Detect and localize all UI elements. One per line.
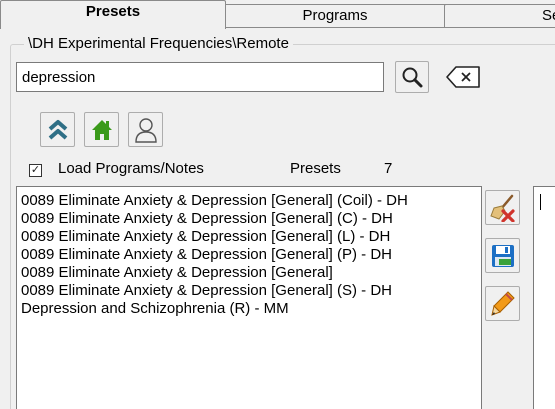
group-title: \DH Experimental Frequencies\Remote xyxy=(24,35,293,53)
list-item[interactable]: Depression and Schizophrenia (R) - MM xyxy=(21,300,481,318)
tab-programs[interactable]: Programs xyxy=(222,4,448,28)
load-programs-label: Load Programs/Notes xyxy=(58,160,204,177)
clear-search-button[interactable] xyxy=(443,61,485,93)
user-icon xyxy=(134,117,157,143)
text-caret xyxy=(540,194,541,210)
broom-delete-icon xyxy=(489,194,515,222)
presets-count-label: Presets xyxy=(290,160,341,177)
tab-settings[interactable]: Set xyxy=(444,4,555,28)
presets-list[interactable]: 0089 Eliminate Anxiety & Depression [Gen… xyxy=(16,186,482,409)
double-chevron-up-icon xyxy=(48,119,67,140)
list-item[interactable]: 0089 Eliminate Anxiety & Depression [Gen… xyxy=(21,246,481,264)
list-item[interactable]: 0089 Eliminate Anxiety & Depression [Gen… xyxy=(21,210,481,228)
search-input[interactable] xyxy=(16,62,384,92)
list-item[interactable]: 0089 Eliminate Anxiety & Depression [Gen… xyxy=(21,282,481,300)
floppy-save-icon xyxy=(491,244,514,267)
tab-strip: Presets Programs Set xyxy=(0,0,555,29)
list-item[interactable]: 0089 Eliminate Anxiety & Depression [Gen… xyxy=(21,228,481,246)
go-up-button[interactable] xyxy=(40,112,75,147)
home-icon xyxy=(91,119,112,140)
backspace-clear-icon xyxy=(446,66,480,88)
tab-presets[interactable]: Presets xyxy=(0,0,226,29)
save-button[interactable] xyxy=(485,238,520,273)
notes-panel[interactable] xyxy=(533,186,555,409)
user-button[interactable] xyxy=(128,112,163,147)
magnifier-icon xyxy=(402,67,423,88)
list-item[interactable]: 0089 Eliminate Anxiety & Depression [Gen… xyxy=(21,264,481,282)
edit-button[interactable] xyxy=(485,286,520,321)
search-button[interactable] xyxy=(395,61,429,93)
home-button[interactable] xyxy=(84,112,119,147)
delete-button[interactable] xyxy=(485,190,520,225)
pencil-edit-icon xyxy=(490,290,515,316)
load-programs-checkbox[interactable]: ✓ xyxy=(29,164,42,177)
presets-count-value: 7 xyxy=(384,160,393,177)
list-item[interactable]: 0089 Eliminate Anxiety & Depression [Gen… xyxy=(21,192,481,210)
